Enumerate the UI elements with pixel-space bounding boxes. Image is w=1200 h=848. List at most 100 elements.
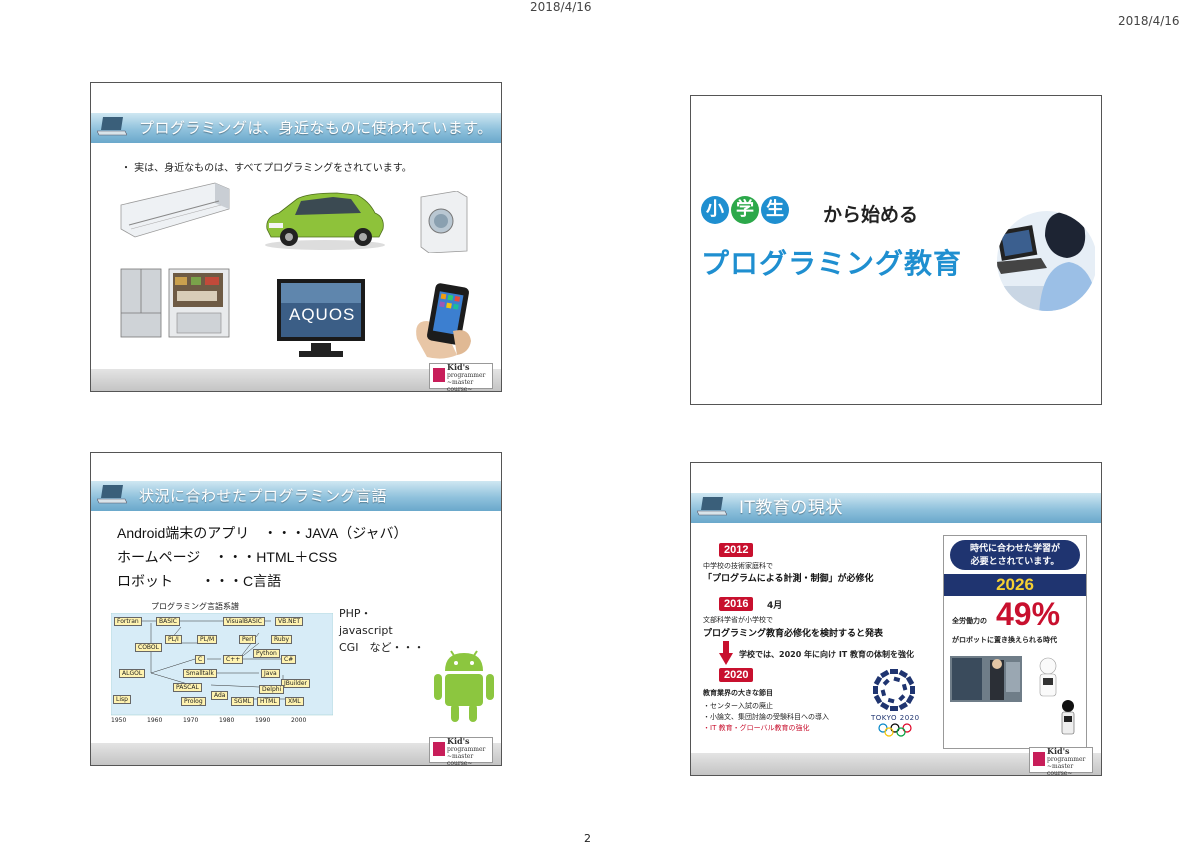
diagram-labels: Fortran BASIC VisualBASIC VB.NET COBOL P… — [111, 613, 333, 725]
title-band: プログラミングは、身近なものに使われています。 — [91, 113, 501, 143]
header-date-right: 2018/4/16 — [1118, 14, 1180, 28]
box-year: 2026 — [944, 574, 1086, 596]
box-header: 時代に合わせた学習が 必要とされています。 — [950, 540, 1080, 570]
year-2012-badge: 2012 — [719, 543, 754, 557]
laptop-icon — [97, 117, 127, 136]
slide-footer: Kid's programmer ~master course~ — [91, 737, 501, 765]
logo-line1: Kid's — [447, 362, 470, 372]
lang-node: Delphi — [259, 685, 285, 694]
axis-label: 1950 — [111, 717, 127, 724]
t2016-small: 文部科学省が小学校で — [703, 616, 773, 624]
language-line-web: ホームページ ・・・HTML＋CSS — [117, 549, 338, 565]
logo: Kid's programmer ~master course~ — [429, 737, 493, 766]
axis-label: 1970 — [183, 717, 199, 724]
slide-footer: Kid's programmer ~master course~ — [91, 363, 501, 391]
year-2016-badge: 2016 — [719, 597, 754, 611]
diagram-title: プログラミング言語系譜 — [151, 602, 239, 611]
axis-label: 1960 — [147, 717, 163, 724]
logo: Kid's programmer ~master course~ — [429, 362, 493, 392]
logo-mark-icon — [1033, 752, 1045, 766]
laptop-icon — [97, 485, 127, 504]
year-2016-month: 4月 — [767, 601, 783, 611]
lang-node: Java — [261, 669, 280, 678]
olympic-rings-icon — [878, 723, 912, 737]
title-part2: プログラミング教育 — [701, 247, 963, 280]
lang-node: Smalltalk — [183, 669, 217, 678]
olympic-label: TOKYO 2020 — [871, 714, 920, 722]
lang-node: VB.NET — [275, 617, 304, 626]
slide-3: 状況に合わせたプログラミング言語 Android端末のアプリ ・・・JAVA（ジ… — [90, 452, 502, 766]
lang-node: PASCAL — [173, 683, 202, 692]
axis-label: 1990 — [255, 717, 271, 724]
t2012-small: 中学校の技術家庭科で — [703, 562, 773, 570]
tv-brand-label: AQUOS — [289, 305, 356, 324]
t2020-item: ・センター入試の廃止 — [703, 702, 773, 710]
slide-title: プログラミングは、身近なものに使われています。 — [139, 119, 493, 137]
other-lang-line: CGI など・・・ — [339, 641, 425, 654]
axis-label: 1980 — [219, 717, 235, 724]
t2016-note: 学校では、2020 年に向け IT 教育の体制を強化 — [739, 650, 915, 659]
lang-node: Python — [253, 649, 280, 658]
axis-label: 2000 — [291, 717, 307, 724]
other-lang-line: javascript — [339, 624, 393, 637]
robots-photo — [950, 656, 1075, 735]
lang-node: BASIC — [156, 617, 180, 626]
lang-node: SGML — [231, 697, 254, 706]
slide-title: IT教育の現状 — [739, 498, 843, 518]
slide-2: 小 学 生 から始める プログラミング教育 — [690, 95, 1102, 405]
other-lang-line: PHP・ — [339, 607, 372, 620]
washing-machine-image — [420, 191, 468, 253]
logo-mark-icon — [433, 742, 445, 756]
other-languages: PHP・ javascript CGI など・・・ — [339, 605, 424, 656]
refrigerator-image — [120, 268, 230, 338]
badge-char-3: 生 — [761, 196, 789, 224]
t2020-item: ・小論文、集団討論の受験科目への導入 — [703, 713, 829, 721]
year-2020-badge: 2020 — [719, 668, 754, 682]
t2012-main: 「プログラムによる計測・制御」が必修化 — [703, 574, 874, 584]
badge-char-1: 小 — [701, 196, 729, 224]
lang-node: HTML — [257, 697, 280, 706]
lang-node: PL/M — [197, 635, 218, 644]
lang-node: ALGOL — [119, 669, 146, 678]
slide-footer: Kid's programmer ~master course~ — [691, 747, 1101, 775]
box-caption-pre: 全労働力の — [952, 617, 987, 625]
badge-char-2: 学 — [731, 196, 759, 224]
lang-node: JBuilder — [281, 679, 310, 688]
slide-4: IT教育の現状 2012 中学校の技術家庭科で 「プログラムによる計測・制御」が… — [690, 462, 1102, 776]
logo-line1: Kid's — [1047, 746, 1070, 756]
language-line-robot: ロボット ・・・C言語 — [117, 573, 282, 589]
logo-line2: programmer — [447, 372, 486, 379]
android-robot-icon — [434, 650, 494, 722]
student-photo — [997, 211, 1095, 311]
air-conditioner-image — [120, 182, 230, 238]
lang-node: C++ — [223, 655, 244, 664]
language-line-android: Android端末のアプリ ・・・JAVA（ジャバ） — [117, 525, 408, 541]
box-percent: 49% — [996, 596, 1061, 632]
box-caption: がロボットに置き換えられる時代 — [952, 636, 1057, 644]
logo-line3: ~master course~ — [447, 379, 474, 392]
page-number: 2 — [584, 832, 591, 845]
lang-node: Prolog — [181, 697, 206, 706]
car-image — [265, 192, 385, 250]
lang-node: Ada — [211, 691, 229, 700]
logo-line2: programmer — [1047, 756, 1086, 763]
logo: Kid's programmer ~master course~ — [1029, 746, 1093, 776]
logo-line3: ~master course~ — [1047, 763, 1074, 776]
t2020-head: 教育業界の大きな節目 — [703, 689, 773, 697]
smartphone-image — [416, 283, 471, 359]
lang-node: XML — [285, 697, 304, 706]
title-band: 状況に合わせたプログラミング言語 — [91, 481, 501, 511]
t2020-item: ・IT 教育・グローバル教育の強化 — [703, 724, 810, 732]
bullet-text: ・ 実は、身近なものは、すべてプログラミングをされています。 — [121, 163, 412, 174]
lang-node: COBOL — [135, 643, 162, 652]
arrow-down-icon — [719, 641, 733, 665]
logo-line3: ~master course~ — [447, 753, 474, 766]
lang-node: C — [195, 655, 206, 664]
lang-node: Fortran — [114, 617, 142, 626]
future-box: 時代に合わせた学習が 必要とされています。 2026 全労働力の 49% がロボ… — [943, 535, 1087, 749]
lang-node: Ruby — [271, 635, 293, 644]
lang-node: Lisp — [113, 695, 131, 704]
tokyo-2020-emblem — [873, 669, 915, 711]
slide-1: プログラミングは、身近なものに使われています。 ・ 実は、身近なものは、すべてプ… — [90, 82, 502, 392]
lang-node: C# — [281, 655, 297, 664]
